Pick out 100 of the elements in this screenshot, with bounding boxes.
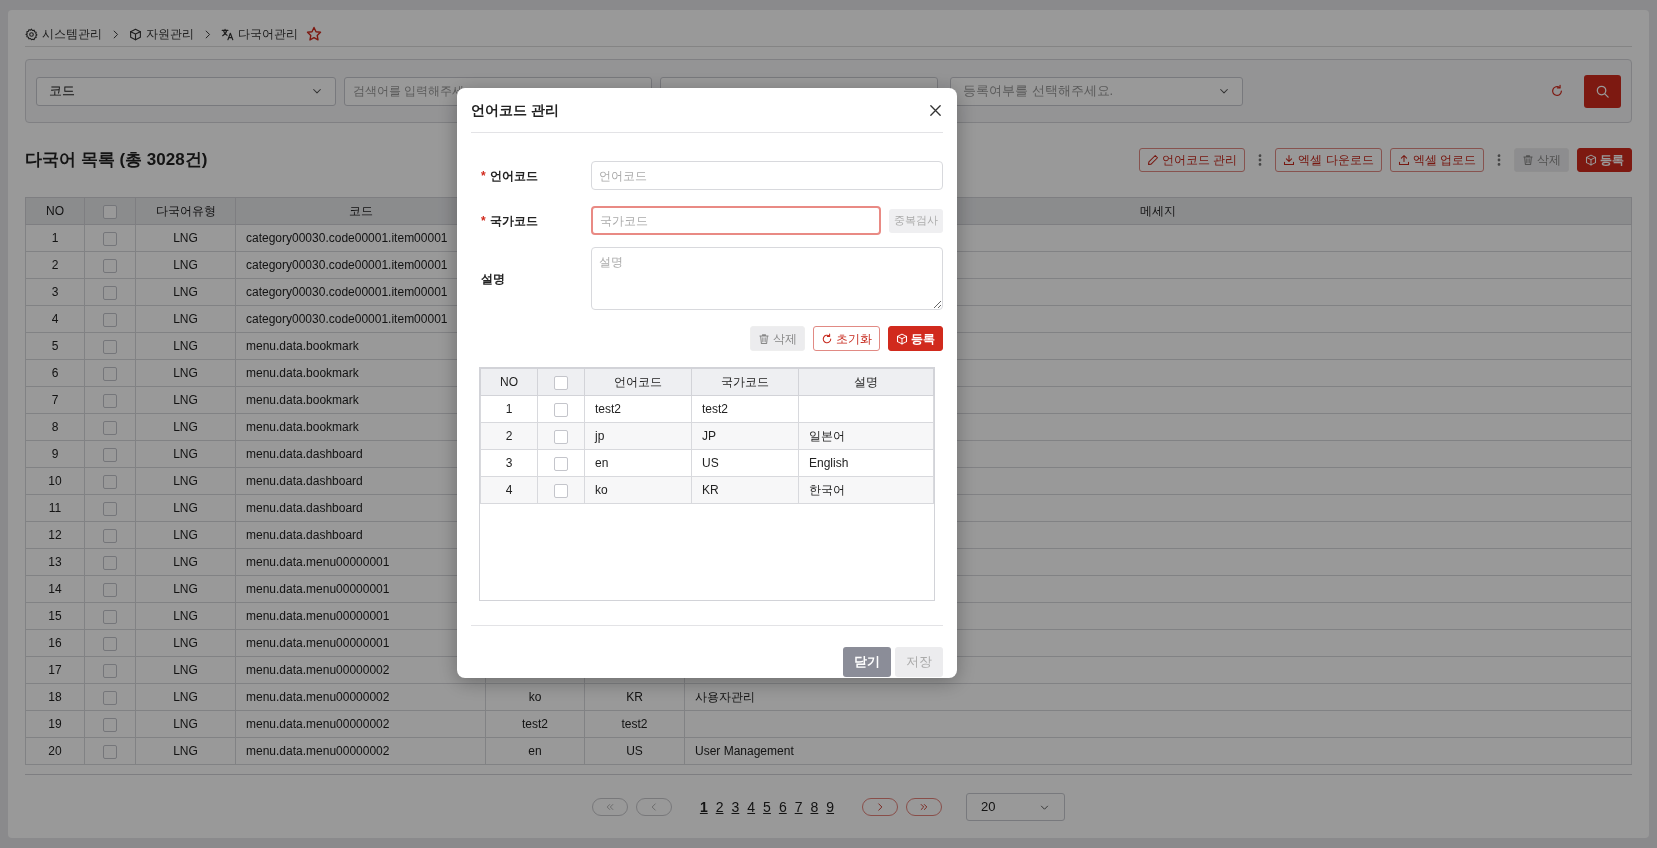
page-link[interactable]: 5 bbox=[759, 796, 775, 818]
checkbox[interactable] bbox=[103, 339, 117, 354]
star-icon[interactable] bbox=[306, 26, 322, 42]
page-size-select[interactable]: 20 bbox=[966, 793, 1066, 821]
page-link[interactable]: 7 bbox=[790, 796, 807, 818]
pencil-icon bbox=[1146, 154, 1159, 166]
table-cell: US bbox=[584, 737, 685, 765]
toolbar-button[interactable]: 등록 bbox=[1577, 148, 1632, 172]
table-cell: User Management bbox=[684, 737, 1632, 765]
page-link[interactable]: 4 bbox=[743, 796, 760, 818]
checkbox[interactable] bbox=[103, 582, 117, 597]
table-cell: 19 bbox=[25, 710, 85, 738]
checkbox[interactable] bbox=[554, 483, 568, 498]
page-link[interactable]: 6 bbox=[774, 796, 791, 818]
table-cell: 4 bbox=[25, 305, 85, 333]
table-cell: 18 bbox=[25, 683, 85, 711]
checkbox[interactable] bbox=[103, 717, 117, 732]
table-cell: 12 bbox=[25, 521, 85, 549]
checkbox[interactable] bbox=[103, 744, 117, 759]
page-link[interactable]: 3 bbox=[727, 796, 744, 818]
last-page-button[interactable] bbox=[906, 798, 943, 816]
checkbox[interactable] bbox=[103, 420, 117, 435]
select-field[interactable]: 코드 bbox=[36, 76, 336, 106]
column-header: 설명 bbox=[798, 368, 934, 396]
table-cell: LNG bbox=[135, 359, 236, 387]
table-cell: 15 bbox=[25, 602, 85, 630]
table-cell: 6 bbox=[25, 359, 85, 387]
footer-button[interactable]: 닫기 bbox=[843, 647, 891, 677]
trash-icon bbox=[1522, 154, 1534, 166]
table-cell: LNG bbox=[135, 467, 236, 495]
field-label: * 언어코드 bbox=[480, 167, 539, 185]
page-link[interactable]: 2 bbox=[711, 796, 728, 818]
checkbox[interactable] bbox=[103, 312, 117, 327]
download-icon bbox=[1283, 154, 1296, 166]
next-page-button[interactable] bbox=[862, 798, 899, 816]
input-field[interactable]: 설명 bbox=[591, 247, 943, 310]
toolbar-button[interactable]: 언어코드 관리 bbox=[1138, 148, 1246, 172]
checkbox[interactable] bbox=[103, 393, 117, 408]
table-cell: 11 bbox=[25, 494, 85, 522]
table-cell: test2 bbox=[485, 710, 585, 738]
checkbox[interactable] bbox=[103, 636, 117, 651]
table-cell: LNG bbox=[135, 737, 236, 765]
page-link[interactable]: 1 bbox=[695, 796, 712, 818]
breadcrumb-item[interactable]: 시스템관리 bbox=[25, 25, 102, 43]
table-cell: 사용자관리 bbox=[684, 683, 1632, 711]
table-cell: LNG bbox=[135, 332, 236, 360]
page-link[interactable]: 9 bbox=[822, 796, 839, 818]
last-page-icon bbox=[919, 802, 930, 812]
action-button[interactable]: 초기화 bbox=[813, 326, 880, 351]
checkbox[interactable] bbox=[103, 366, 117, 381]
table-cell: LNG bbox=[135, 521, 236, 549]
table-cell: 5 bbox=[25, 332, 85, 360]
close-icon[interactable] bbox=[928, 102, 943, 118]
breadcrumb-item[interactable]: 자원관리 bbox=[129, 25, 194, 43]
table-cell: LNG bbox=[135, 710, 236, 738]
action-button[interactable]: 등록 bbox=[888, 326, 943, 351]
input-field[interactable]: 국가코드 bbox=[591, 206, 881, 235]
checkbox[interactable] bbox=[103, 690, 117, 705]
checkbox[interactable] bbox=[103, 474, 117, 489]
modal-title: 언어코드 관리 bbox=[471, 100, 559, 120]
table-cell: LNG bbox=[135, 629, 236, 657]
checkbox[interactable] bbox=[554, 402, 568, 417]
table-cell: menu.data.menu00000002 bbox=[235, 683, 486, 711]
checkbox[interactable] bbox=[103, 555, 117, 570]
breadcrumb-item[interactable]: 다국어관리 bbox=[221, 25, 298, 43]
table-cell: LNG bbox=[135, 224, 236, 252]
checkbox[interactable] bbox=[103, 609, 117, 624]
table-cell: 한국어 bbox=[798, 476, 934, 504]
checkbox[interactable] bbox=[103, 501, 117, 516]
checkbox[interactable] bbox=[103, 285, 117, 300]
toolbar-button[interactable]: 엑셀 다운로드 bbox=[1275, 148, 1382, 172]
input-field[interactable]: 언어코드 bbox=[591, 161, 943, 190]
table-cell: LNG bbox=[135, 548, 236, 576]
first-page-icon bbox=[604, 802, 615, 812]
checkbox[interactable] bbox=[103, 258, 117, 273]
table-cell: LNG bbox=[135, 602, 236, 630]
table-cell: 17 bbox=[25, 656, 85, 684]
checkbox[interactable] bbox=[554, 429, 568, 444]
list-title: 다국어 목록 (총 3028건) bbox=[25, 149, 208, 172]
table-cell: en bbox=[485, 737, 585, 765]
checkbox[interactable] bbox=[554, 456, 568, 471]
refresh-icon[interactable] bbox=[1550, 84, 1564, 98]
checkbox[interactable] bbox=[103, 528, 117, 543]
table-cell: JP bbox=[691, 422, 799, 450]
checkbox[interactable] bbox=[554, 375, 568, 390]
checkbox[interactable] bbox=[103, 447, 117, 462]
table-cell: 7 bbox=[25, 386, 85, 414]
table-cell: LNG bbox=[135, 278, 236, 306]
page-link[interactable]: 8 bbox=[806, 796, 823, 818]
checkbox[interactable] bbox=[103, 231, 117, 246]
toolbar-button[interactable]: 엑셀 업로드 bbox=[1389, 148, 1484, 172]
checkbox[interactable] bbox=[103, 204, 117, 219]
checkbox[interactable] bbox=[103, 663, 117, 678]
table-cell: 4 bbox=[480, 476, 538, 504]
upload-icon bbox=[1397, 154, 1410, 166]
table-cell: test2 bbox=[691, 395, 799, 423]
table-cell: en bbox=[584, 449, 692, 477]
table-cell: LNG bbox=[135, 683, 236, 711]
table-cell: KR bbox=[691, 476, 799, 504]
search-button[interactable] bbox=[1584, 74, 1621, 108]
